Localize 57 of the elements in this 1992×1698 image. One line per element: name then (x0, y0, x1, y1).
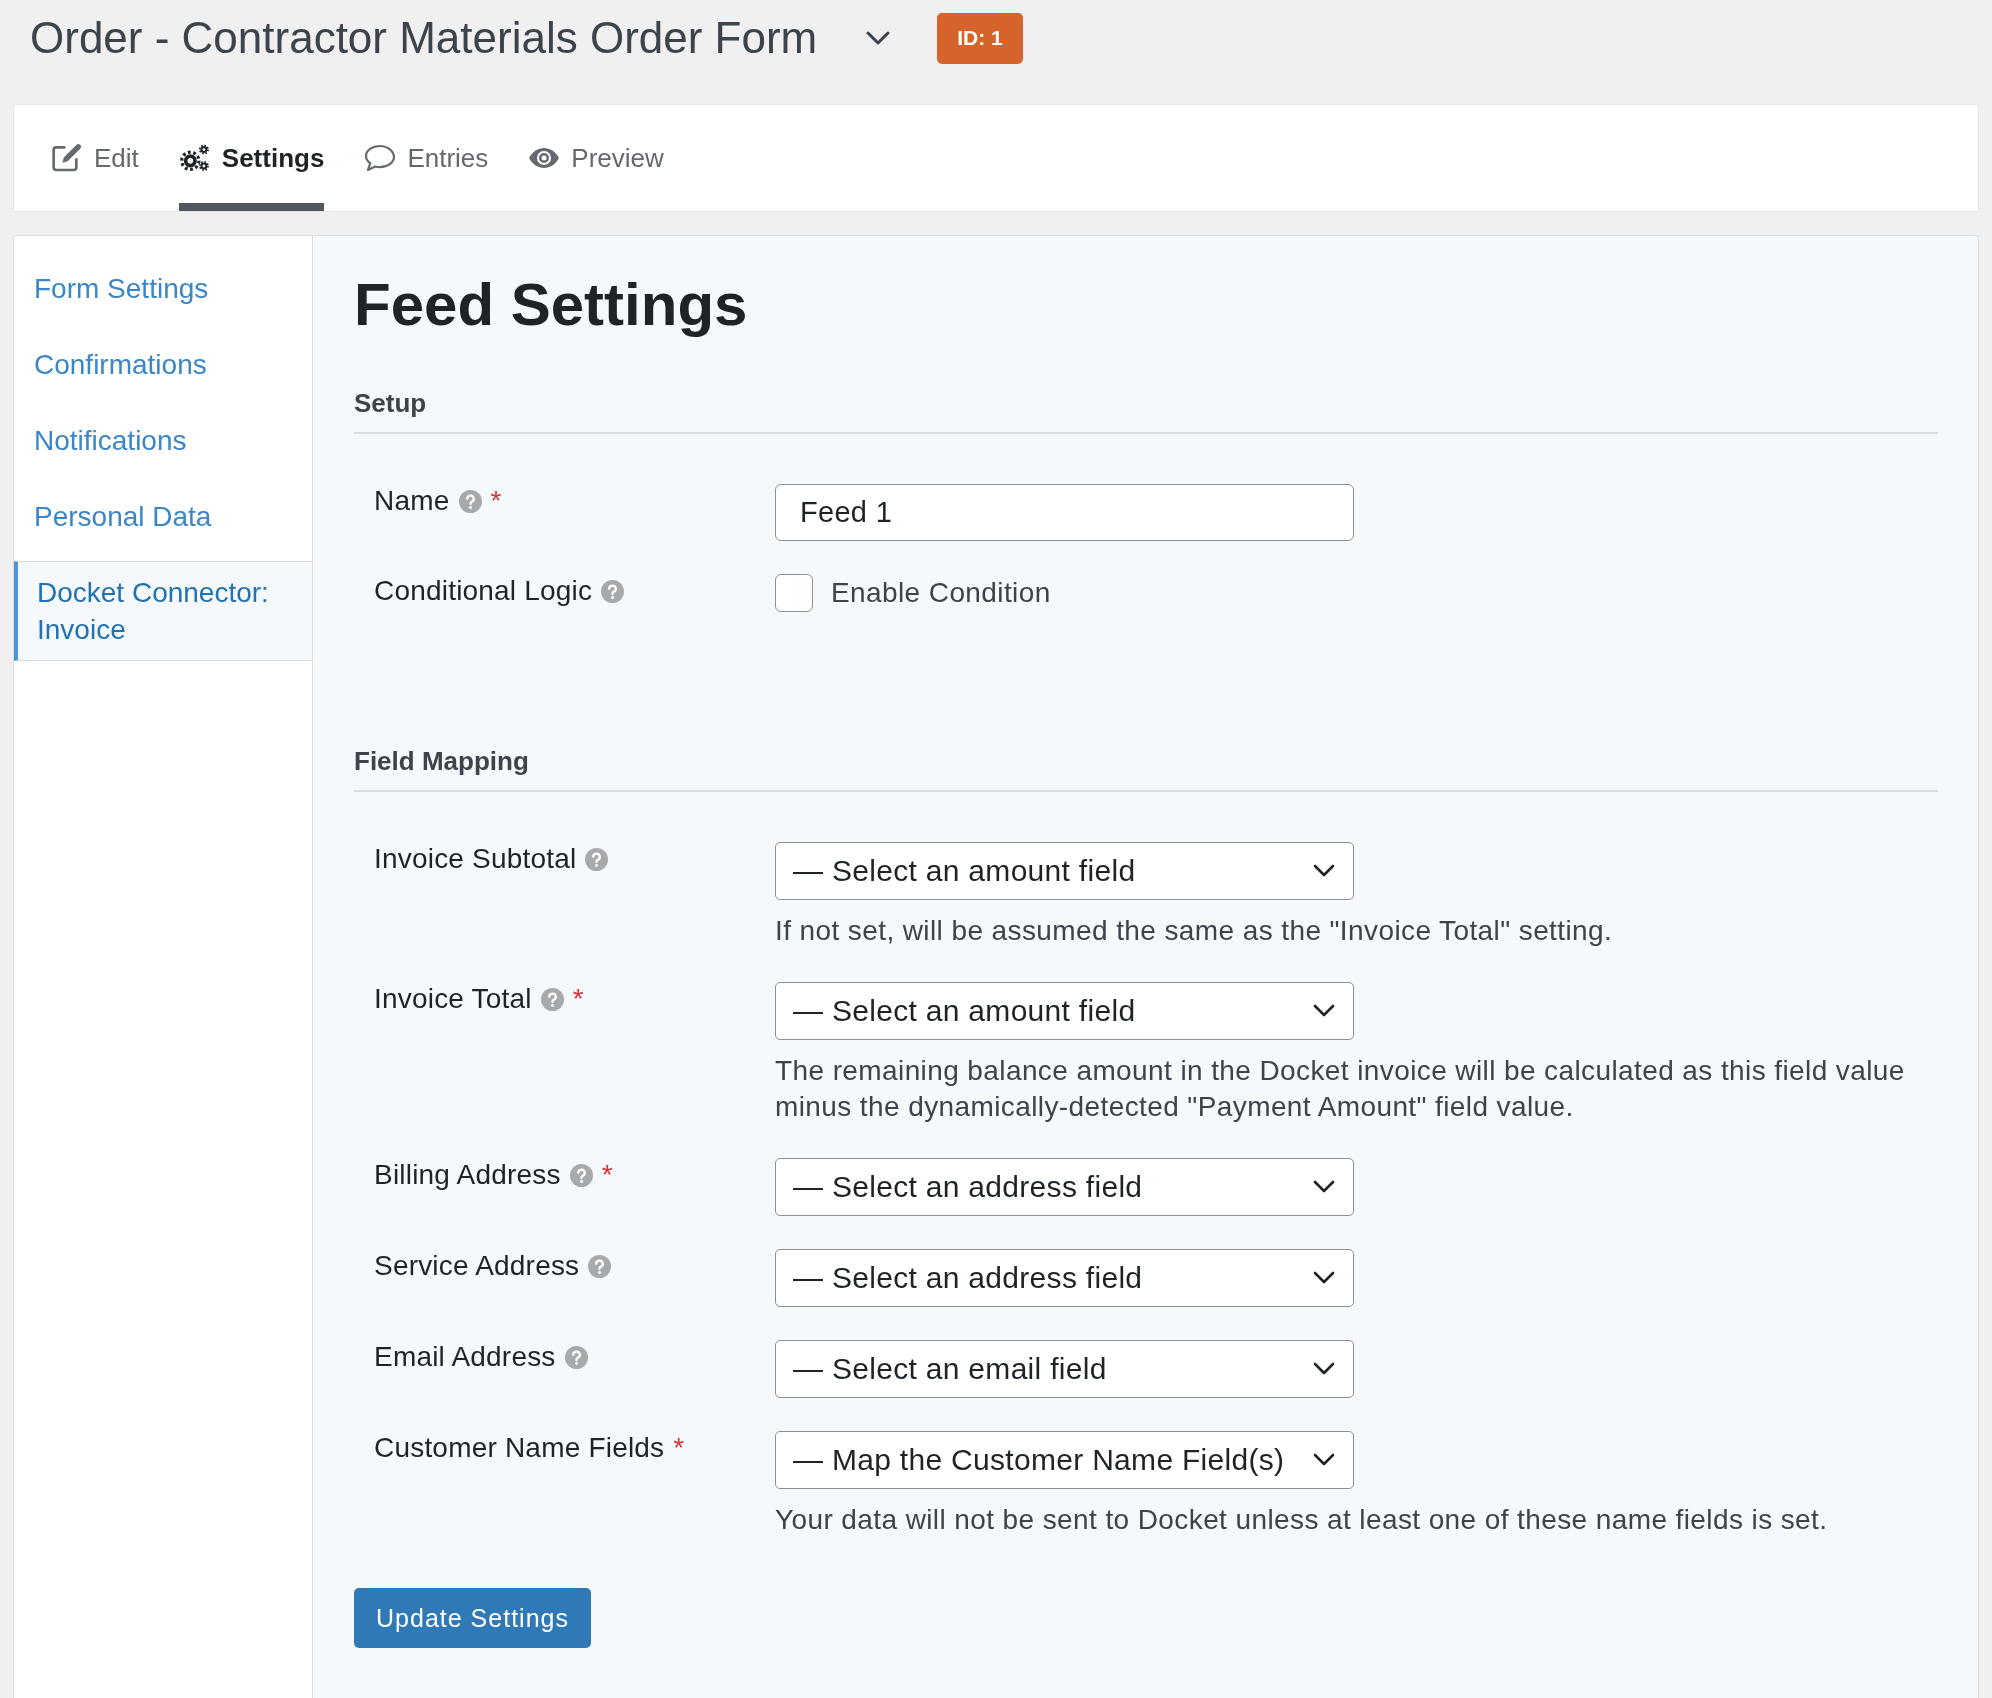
chevron-down-icon (1313, 1180, 1335, 1194)
select-dropdown[interactable]: — Select an address field (775, 1249, 1354, 1307)
checkbox-label[interactable]: Enable Condition (831, 577, 1051, 609)
section-title: Field Mapping (354, 745, 1938, 792)
sidebar-link[interactable]: Confirmations (14, 327, 312, 403)
field-label: Billing Address (374, 1158, 561, 1192)
help-icon[interactable] (585, 847, 609, 871)
field-label: Conditional Logic (374, 574, 593, 608)
chevron-down-icon (1313, 1362, 1335, 1376)
field-label: Name (374, 484, 450, 518)
required-asterisk: * (673, 1431, 685, 1465)
select-dropdown[interactable]: — Select an amount field (775, 982, 1354, 1040)
help-icon[interactable] (564, 1345, 588, 1369)
help-icon[interactable] (588, 1254, 612, 1278)
speech-bubble-icon (364, 143, 397, 173)
select-dropdown[interactable]: — Map the Customer Name Field(s) (775, 1431, 1354, 1489)
field-label: Email Address (374, 1340, 556, 1374)
sidebar-link[interactable]: Docket Connector: Invoice (14, 561, 312, 661)
field-description: Your data will not be sent to Docket unless at least one of these name fields is set. (775, 1503, 1829, 1537)
pencil-square-icon (51, 143, 83, 173)
chevron-down-icon (1313, 1271, 1335, 1285)
select-dropdown[interactable]: — Select an address field (775, 1158, 1354, 1216)
help-icon[interactable] (569, 1163, 593, 1187)
field-description: The remaining balance amount in the Docket invoice will be calculated as this field value minus the dynamically-detected "Payment Amount" field value. (775, 1054, 1906, 1124)
help-icon[interactable] (458, 489, 482, 513)
chevron-down-icon (1313, 1004, 1335, 1018)
required-asterisk: * (572, 982, 584, 1016)
sidebar-link[interactable]: Form Settings (14, 251, 312, 327)
tab[interactable]: Entries (364, 105, 489, 211)
select-dropdown[interactable]: — Select an email field (775, 1340, 1354, 1398)
section-title: Setup (354, 387, 1938, 434)
field-label: Customer Name Fields (374, 1431, 665, 1465)
help-icon[interactable] (601, 579, 625, 603)
field-label: Service Address (374, 1249, 580, 1283)
update-settings-button[interactable]: Update Settings (354, 1588, 591, 1648)
tab[interactable]: Preview (528, 105, 664, 211)
tab[interactable]: Edit (51, 105, 139, 211)
help-icon[interactable] (540, 987, 564, 1011)
sidebar-link[interactable]: Personal Data (14, 479, 312, 555)
required-asterisk: * (490, 484, 502, 518)
eye-icon (528, 147, 561, 169)
chevron-down-icon[interactable] (865, 30, 892, 46)
page-heading: Feed Settings (354, 270, 749, 340)
select-dropdown[interactable]: — Select an amount field (775, 842, 1354, 900)
id-badge: ID: 1 (937, 12, 1023, 64)
sidebar-link[interactable]: Notifications (14, 403, 312, 479)
field-label: Invoice Total (374, 982, 532, 1016)
required-asterisk: * (601, 1158, 613, 1192)
gears-icon (178, 143, 211, 173)
chevron-down-icon (1313, 1453, 1335, 1467)
form-title: Order - Contractor Materials Order Form (30, 11, 818, 64)
text-input[interactable]: Feed 1 (775, 484, 1354, 541)
field-description: If not set, will be assumed the same as the "Invoice Total" setting. (775, 914, 1614, 948)
field-label: Invoice Subtotal (374, 842, 577, 876)
chevron-down-icon (1313, 864, 1335, 878)
checkbox[interactable] (775, 574, 813, 612)
tab[interactable]: Settings (178, 105, 325, 211)
